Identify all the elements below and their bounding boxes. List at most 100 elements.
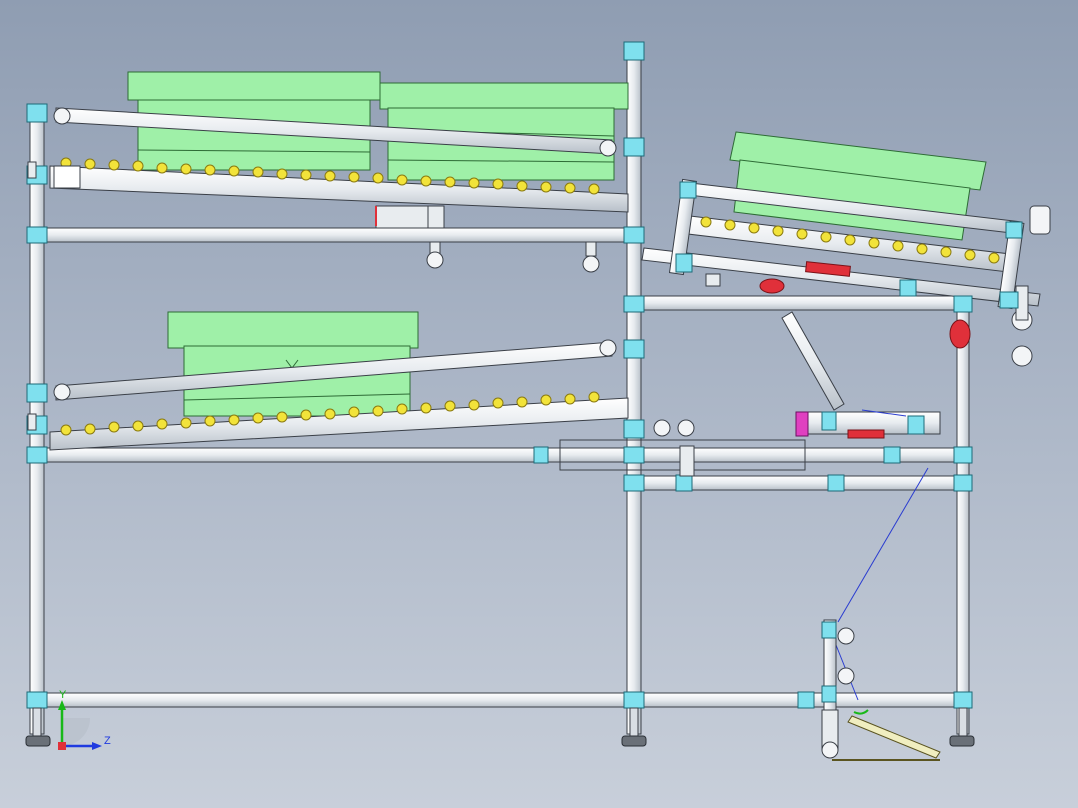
swivel-joint [53, 107, 71, 125]
roller [940, 246, 952, 258]
roller [844, 234, 856, 246]
roller [748, 222, 760, 234]
joint [797, 691, 815, 709]
roller [868, 237, 880, 249]
joint [26, 691, 48, 709]
z-axis-arrow [92, 742, 102, 750]
roller [348, 406, 360, 418]
red-rod [847, 429, 885, 439]
bin [127, 71, 381, 101]
joint [623, 474, 645, 492]
joint [675, 253, 693, 273]
joint [623, 691, 645, 709]
roller [372, 405, 384, 417]
joint [907, 415, 925, 435]
cylinder-cap-magenta [795, 411, 809, 437]
rack-assembly-drawing[interactable]: Y Z [0, 0, 1078, 808]
roller [156, 418, 168, 430]
right-post [956, 295, 970, 735]
joint [883, 446, 901, 464]
roller [228, 414, 240, 426]
roller [276, 168, 288, 180]
roller [252, 166, 264, 178]
joint [623, 295, 645, 313]
pulley [837, 667, 855, 685]
joint [999, 291, 1019, 309]
joint [533, 446, 549, 464]
roller [84, 158, 96, 170]
roller [252, 412, 264, 424]
roller [492, 397, 504, 409]
joint [827, 474, 845, 492]
swivel-joint [653, 419, 671, 437]
swivel-joint [677, 419, 695, 437]
roller [324, 170, 336, 182]
pulley [837, 627, 855, 645]
roller [60, 424, 72, 436]
roller [300, 409, 312, 421]
roller [324, 408, 336, 420]
roller [516, 180, 528, 192]
roller [108, 159, 120, 171]
joint [623, 446, 645, 464]
joint [899, 279, 917, 297]
roller [276, 411, 288, 423]
roller [564, 182, 576, 194]
pivot-red [949, 319, 971, 349]
roller [796, 228, 808, 240]
roller [444, 176, 456, 188]
tray-handle [1029, 205, 1051, 235]
roller [492, 178, 504, 190]
strut [781, 311, 845, 411]
z-axis-label: Z [104, 735, 111, 747]
roller [444, 400, 456, 412]
joint [26, 446, 48, 464]
beam-bottom [43, 692, 629, 708]
roller [540, 181, 552, 193]
actuator [781, 311, 941, 701]
joint [1005, 221, 1023, 239]
joint [821, 621, 837, 639]
joint [953, 446, 973, 464]
bracket [427, 205, 445, 229]
roller [700, 216, 712, 228]
tilting-tray [641, 131, 1051, 367]
roller [348, 171, 360, 183]
roller [772, 225, 784, 237]
joint [953, 295, 973, 313]
roller [372, 172, 384, 184]
roller [820, 231, 832, 243]
beam-upper [43, 227, 629, 243]
caster-wheel [582, 255, 600, 273]
joint [821, 685, 837, 703]
foot-pad [25, 735, 51, 747]
joint [26, 383, 48, 403]
foot-pad [949, 735, 975, 747]
pivot-red [759, 278, 785, 294]
roller [468, 177, 480, 189]
roller [468, 399, 480, 411]
foot-pedal [821, 619, 941, 761]
roller [420, 175, 432, 187]
bracket [375, 205, 433, 229]
joint [623, 226, 645, 244]
roller [724, 219, 736, 231]
joint [623, 41, 645, 61]
roller [228, 165, 240, 177]
joint [675, 474, 693, 492]
roller [964, 249, 976, 261]
roller [916, 243, 928, 255]
roller [396, 403, 408, 415]
joint [953, 691, 973, 709]
roller [180, 163, 192, 175]
roller [588, 183, 600, 195]
roller [540, 394, 552, 406]
cad-viewport[interactable]: Y Z [0, 0, 1078, 808]
joint [821, 411, 837, 431]
roller [108, 421, 120, 433]
bin [167, 311, 419, 349]
caster-wheel [426, 251, 444, 269]
joint [953, 474, 973, 492]
swivel-joint [53, 383, 71, 401]
joint [679, 181, 697, 199]
